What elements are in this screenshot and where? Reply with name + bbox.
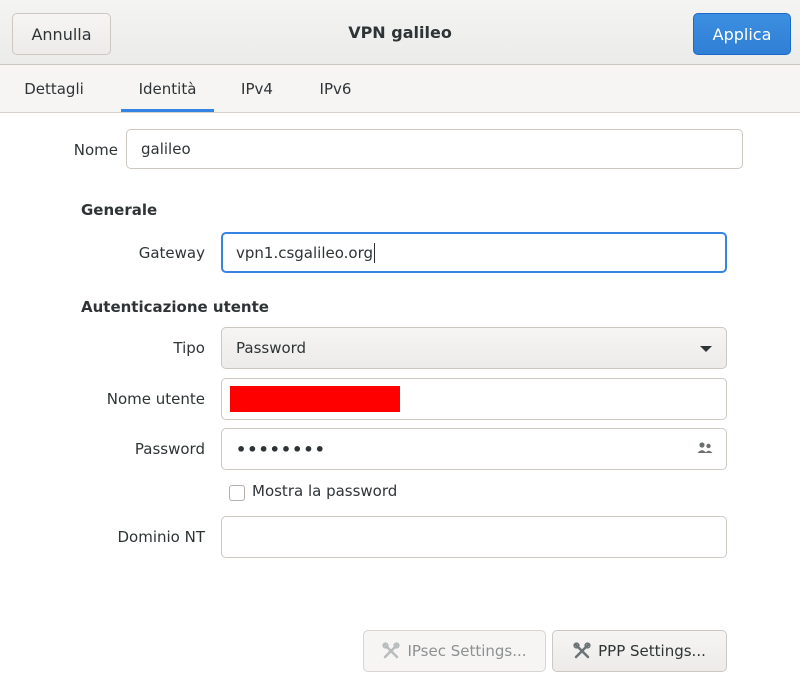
- tab-bar: Dettagli Identità IPv4 IPv6: [0, 65, 800, 113]
- password-label: Password: [134, 440, 205, 458]
- name-value: galileo: [141, 140, 191, 158]
- username-field[interactable]: [221, 378, 727, 420]
- show-password-label[interactable]: Mostra la password: [252, 482, 397, 500]
- users-icon[interactable]: [696, 440, 714, 456]
- username-label: Nome utente: [106, 390, 205, 408]
- tab-dettagli[interactable]: Dettagli: [10, 65, 98, 112]
- redacted-username: [230, 386, 400, 412]
- name-field[interactable]: galileo: [126, 129, 743, 169]
- ppp-settings-label: PPP Settings...: [598, 642, 706, 660]
- tools-icon: [573, 642, 591, 659]
- show-password-checkbox[interactable]: [229, 485, 245, 501]
- tools-icon: [382, 642, 401, 659]
- text-cursor: [374, 242, 376, 263]
- tab-ipv6[interactable]: IPv6: [308, 65, 363, 112]
- gateway-label: Gateway: [138, 244, 205, 262]
- tab-identita[interactable]: Identità: [121, 65, 214, 112]
- name-label: Nome: [73, 141, 118, 159]
- apply-button[interactable]: Applica: [693, 13, 791, 55]
- header-bar: Annulla VPN galileo Applica: [0, 0, 800, 65]
- window-title: VPN galileo: [348, 22, 452, 42]
- gateway-value: vpn1.csgalileo.org: [236, 243, 374, 262]
- type-value: Password: [236, 339, 307, 357]
- type-dropdown[interactable]: Password: [221, 327, 727, 369]
- auth-section-title: Autenticazione utente: [81, 298, 269, 316]
- dropdown-arrow-icon: [700, 346, 712, 352]
- cancel-button[interactable]: Annulla: [12, 13, 111, 55]
- type-label: Tipo: [173, 339, 205, 357]
- password-field[interactable]: ••••••••: [221, 428, 727, 470]
- tab-ipv4[interactable]: IPv4: [232, 65, 282, 112]
- general-section-title: Generale: [81, 201, 158, 219]
- ipsec-settings-button[interactable]: IPsec Settings...: [363, 630, 546, 672]
- ipsec-settings-label: IPsec Settings...: [407, 642, 527, 660]
- nt-domain-label: Dominio NT: [117, 528, 205, 546]
- ppp-settings-button[interactable]: PPP Settings...: [552, 630, 727, 672]
- password-value: ••••••••: [236, 439, 326, 459]
- gateway-field[interactable]: vpn1.csgalileo.org: [221, 232, 727, 273]
- nt-domain-field[interactable]: [221, 516, 727, 558]
